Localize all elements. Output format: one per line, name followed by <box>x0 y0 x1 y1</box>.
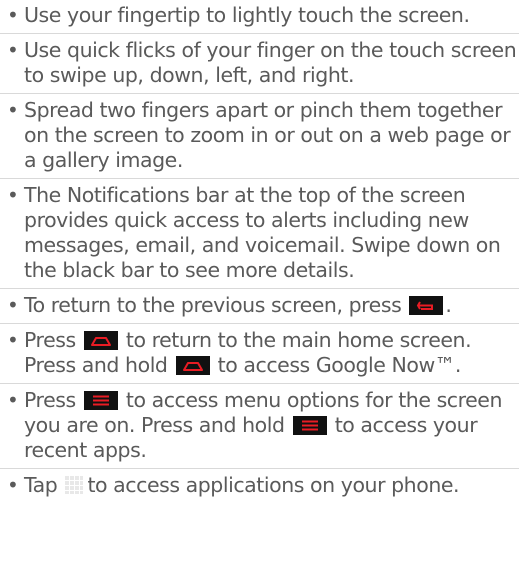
bullet: • <box>7 293 19 317</box>
bullet: • <box>7 3 19 27</box>
bullet: • <box>7 473 19 497</box>
menu-key-icon <box>83 391 118 410</box>
gesture-tips-list: • Use your fingertip to lightly touch th… <box>0 0 519 503</box>
item-text: . <box>445 293 452 317</box>
item-text: to access applications on your phone. <box>87 473 460 497</box>
apps-grid-icon <box>65 475 84 494</box>
list-item: • Press to return to the main home scree… <box>0 323 519 383</box>
item-text: Spread two fingers apart or pinch them t… <box>24 98 511 172</box>
bullet: • <box>7 388 19 412</box>
bullet: • <box>7 98 19 122</box>
home-key-icon <box>175 356 210 375</box>
list-item: • The Notifications bar at the top of th… <box>0 178 519 288</box>
list-item: • Use quick flicks of your finger on the… <box>0 33 519 93</box>
item-text: Press <box>24 328 76 352</box>
home-key-icon <box>83 331 118 350</box>
item-text: The Notifications bar at the top of the … <box>24 183 501 282</box>
back-key-icon <box>409 296 444 315</box>
list-item: • Press to access menu options for the s… <box>0 383 519 468</box>
item-text: Use your fingertip to lightly touch the … <box>24 3 470 27</box>
item-text: Tap <box>24 473 58 497</box>
bullet: • <box>7 38 19 62</box>
menu-key-icon <box>292 416 327 435</box>
bullet: • <box>7 183 19 207</box>
item-text: Use quick flicks of your finger on the t… <box>24 38 517 87</box>
list-item: • To return to the previous screen, pres… <box>0 288 519 323</box>
item-text: Press <box>24 388 76 412</box>
item-text: To return to the previous screen, press <box>24 293 402 317</box>
list-item: • Spread two fingers apart or pinch them… <box>0 93 519 178</box>
list-item: • Tap to access applications on your pho… <box>0 468 519 503</box>
item-text: to access Google Now™. <box>217 353 462 377</box>
list-item: • Use your fingertip to lightly touch th… <box>0 0 519 33</box>
bullet: • <box>7 328 19 352</box>
